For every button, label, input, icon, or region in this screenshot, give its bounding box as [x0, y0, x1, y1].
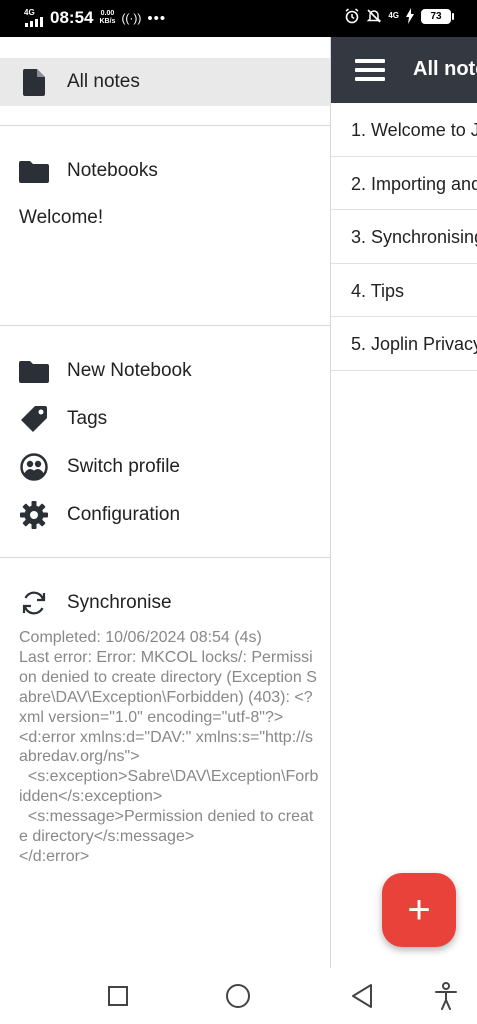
hamburger-menu-icon[interactable]: [355, 59, 385, 81]
folder-icon: [19, 356, 49, 386]
recents-square-icon[interactable]: [104, 982, 132, 1010]
gear-icon: [19, 500, 49, 530]
sync-icon: [19, 588, 49, 618]
sync-status-log: Completed: 10/06/2024 08:54 (4s) Last er…: [19, 629, 319, 865]
back-triangle-icon[interactable]: [348, 982, 376, 1010]
status-time: 08:54: [50, 8, 94, 27]
divider: [0, 325, 330, 326]
note-title: 3. Synchronising your notes: [351, 227, 477, 247]
add-note-button[interactable]: +: [382, 873, 456, 947]
notebook-item-welcome[interactable]: Welcome!: [19, 207, 103, 229]
note-list: 1. Welcome to Joplin! 2. Importing and e…: [331, 103, 477, 371]
drawer-item-label: Notebooks: [67, 160, 158, 181]
status-bar: 4G 08:54 0.00 KB/s ((·)) ••• 4G 73: [0, 0, 477, 37]
list-item[interactable]: 3. Synchronising your notes: [331, 210, 477, 264]
mute-icon: [367, 9, 382, 23]
note-title: 2. Importing and exporting notes: [351, 173, 477, 194]
divider: [0, 557, 330, 558]
note-title: 4. Tips: [351, 280, 405, 301]
side-drawer: All notes Notebooks Welcome! New Noteboo…: [0, 37, 330, 968]
more-dots-icon: •••: [147, 9, 167, 27]
drawer-item-label: Switch profile: [67, 456, 180, 477]
list-item[interactable]: 4. Tips: [331, 264, 477, 317]
drawer-item-label: All notes: [67, 71, 140, 92]
file-icon: [19, 67, 49, 97]
signal-icon: 4G: [24, 9, 44, 27]
note-title: 1. Welcome to Joplin!: [351, 120, 477, 140]
synchronise-button[interactable]: Synchronise: [0, 579, 330, 627]
network-speed: 0.00 KB/s: [99, 10, 116, 25]
tags-button[interactable]: Tags: [0, 395, 330, 443]
network-type: 4G: [24, 8, 35, 17]
configuration-button[interactable]: Configuration: [0, 491, 330, 539]
accessibility-icon[interactable]: [432, 982, 460, 1010]
hotspot-icon: ((·)): [121, 11, 142, 25]
divider: [0, 125, 330, 126]
drawer-item-notebooks[interactable]: Notebooks: [0, 147, 330, 195]
list-item[interactable]: 1. Welcome to Joplin!: [331, 103, 477, 157]
user-circle-icon: [19, 452, 49, 482]
new-notebook-button[interactable]: New Notebook: [0, 347, 330, 395]
drawer-item-label: New Notebook: [67, 360, 192, 381]
drawer-item-label: Synchronise: [67, 592, 172, 613]
list-item[interactable]: 2. Importing and exporting notes: [331, 157, 477, 210]
drawer-item-label: Configuration: [67, 504, 181, 525]
system-nav-bar: [0, 968, 477, 1024]
page-title: All notes: [413, 58, 477, 80]
battery-icon: 73: [421, 8, 454, 24]
drawer-item-all-notes[interactable]: All notes: [0, 58, 330, 106]
list-item[interactable]: 5. Joplin Privacy Policy: [331, 317, 477, 371]
folder-icon: [19, 156, 49, 186]
note-title: 5. Joplin Privacy Policy: [351, 334, 477, 354]
app-bar: All notes: [331, 37, 477, 103]
switch-profile-button[interactable]: Switch profile: [0, 443, 330, 491]
tag-icon: [19, 404, 49, 434]
home-circle-icon[interactable]: [224, 982, 252, 1010]
network-type-right: 4G: [388, 11, 399, 20]
alarm-icon: [345, 8, 359, 24]
charging-icon: [406, 8, 414, 24]
drawer-item-label: Tags: [67, 408, 108, 429]
